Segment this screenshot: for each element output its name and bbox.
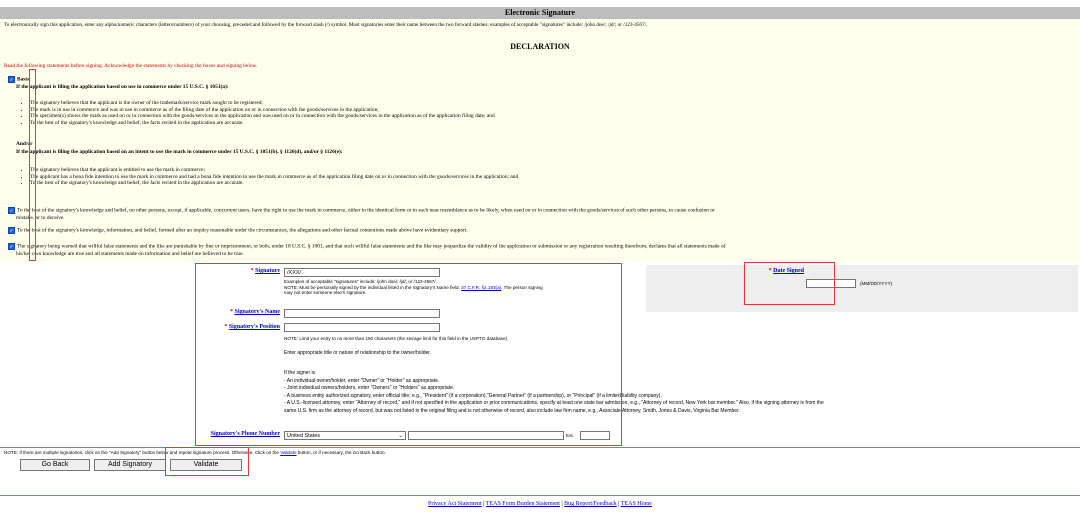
- burden-link[interactable]: TEAS Form Burden Statement: [486, 501, 560, 507]
- declaration-panel: [0, 19, 1080, 262]
- footer-sep: |: [618, 501, 620, 507]
- footer-links: Privacy Act Statement | TEAS Form Burden…: [0, 501, 1080, 507]
- statement-2-checkbox[interactable]: ✓: [8, 227, 15, 234]
- list-item: To the best of the signatory's knowledge…: [30, 120, 495, 127]
- go-back-button[interactable]: Go Back: [20, 459, 90, 471]
- statement-3: ✓ The signatory being warned that willful…: [8, 243, 726, 250]
- use-list: The signatory believes that the applican…: [20, 100, 495, 126]
- statement-2: ✓ To the best of the signatory's knowledg…: [8, 227, 468, 234]
- validate-link[interactable]: Validate: [280, 450, 296, 455]
- validate-highlight: [165, 447, 249, 476]
- statement-1-checkbox[interactable]: ✓: [8, 207, 15, 214]
- date-highlight: [744, 262, 835, 305]
- form-highlight: [195, 263, 622, 446]
- intro-text: To electronically sign this application,…: [4, 22, 648, 28]
- privacy-link[interactable]: Privacy Act Statement: [428, 501, 482, 507]
- declaration-instruction: Read the following statements before sig…: [4, 63, 258, 69]
- intent-heading: If the applicant is filing the applicati…: [16, 149, 343, 155]
- statement-1-cont: mistake, or to deceive.: [16, 215, 65, 221]
- statement-1-text: To the best of the signatory's knowledge…: [17, 207, 715, 214]
- statement-3-checkbox[interactable]: ✓: [8, 243, 15, 250]
- statement-3-cont: his/her own knowledge are true and all s…: [16, 251, 244, 257]
- basis-checkbox[interactable]: ✓: [8, 76, 15, 83]
- use-heading: If the applicant is filing the applicati…: [16, 84, 229, 90]
- statement-2-text: To the best of the signatory's knowledge…: [17, 227, 468, 234]
- bug-report-link[interactable]: Bug Report/Feedback: [564, 501, 617, 507]
- footer-divider: [0, 495, 1080, 496]
- list-item: The specimen(s) shows the mark as used o…: [30, 113, 495, 120]
- section-header: Electronic Signature: [0, 7, 1080, 19]
- intent-list: The signatory believes that the applican…: [20, 167, 518, 187]
- add-signatory-button[interactable]: Add Signatory: [94, 459, 166, 471]
- date-format-hint: (MM/DD/YYYY): [860, 281, 893, 286]
- list-item: To the best of the signatory's knowledge…: [30, 180, 518, 187]
- declaration-title: DECLARATION: [510, 42, 570, 51]
- bottom-note: NOTE: If there are multiple signatories,…: [4, 450, 386, 455]
- footer-sep: |: [483, 501, 485, 507]
- statement-3-text: The signatory being warned that willful …: [17, 243, 726, 250]
- list-item: The signatory believes that the applican…: [30, 167, 518, 174]
- basis-block: ✓ Basis:: [8, 76, 31, 83]
- checkbox-highlight: [29, 69, 36, 261]
- divider: [0, 447, 1080, 448]
- teas-home-link[interactable]: TEAS Home: [621, 501, 652, 507]
- footer-sep: |: [561, 501, 563, 507]
- list-item: The signatory believes that the applican…: [30, 100, 495, 107]
- statement-1: ✓ To the best of the signatory's knowledg…: [8, 207, 715, 214]
